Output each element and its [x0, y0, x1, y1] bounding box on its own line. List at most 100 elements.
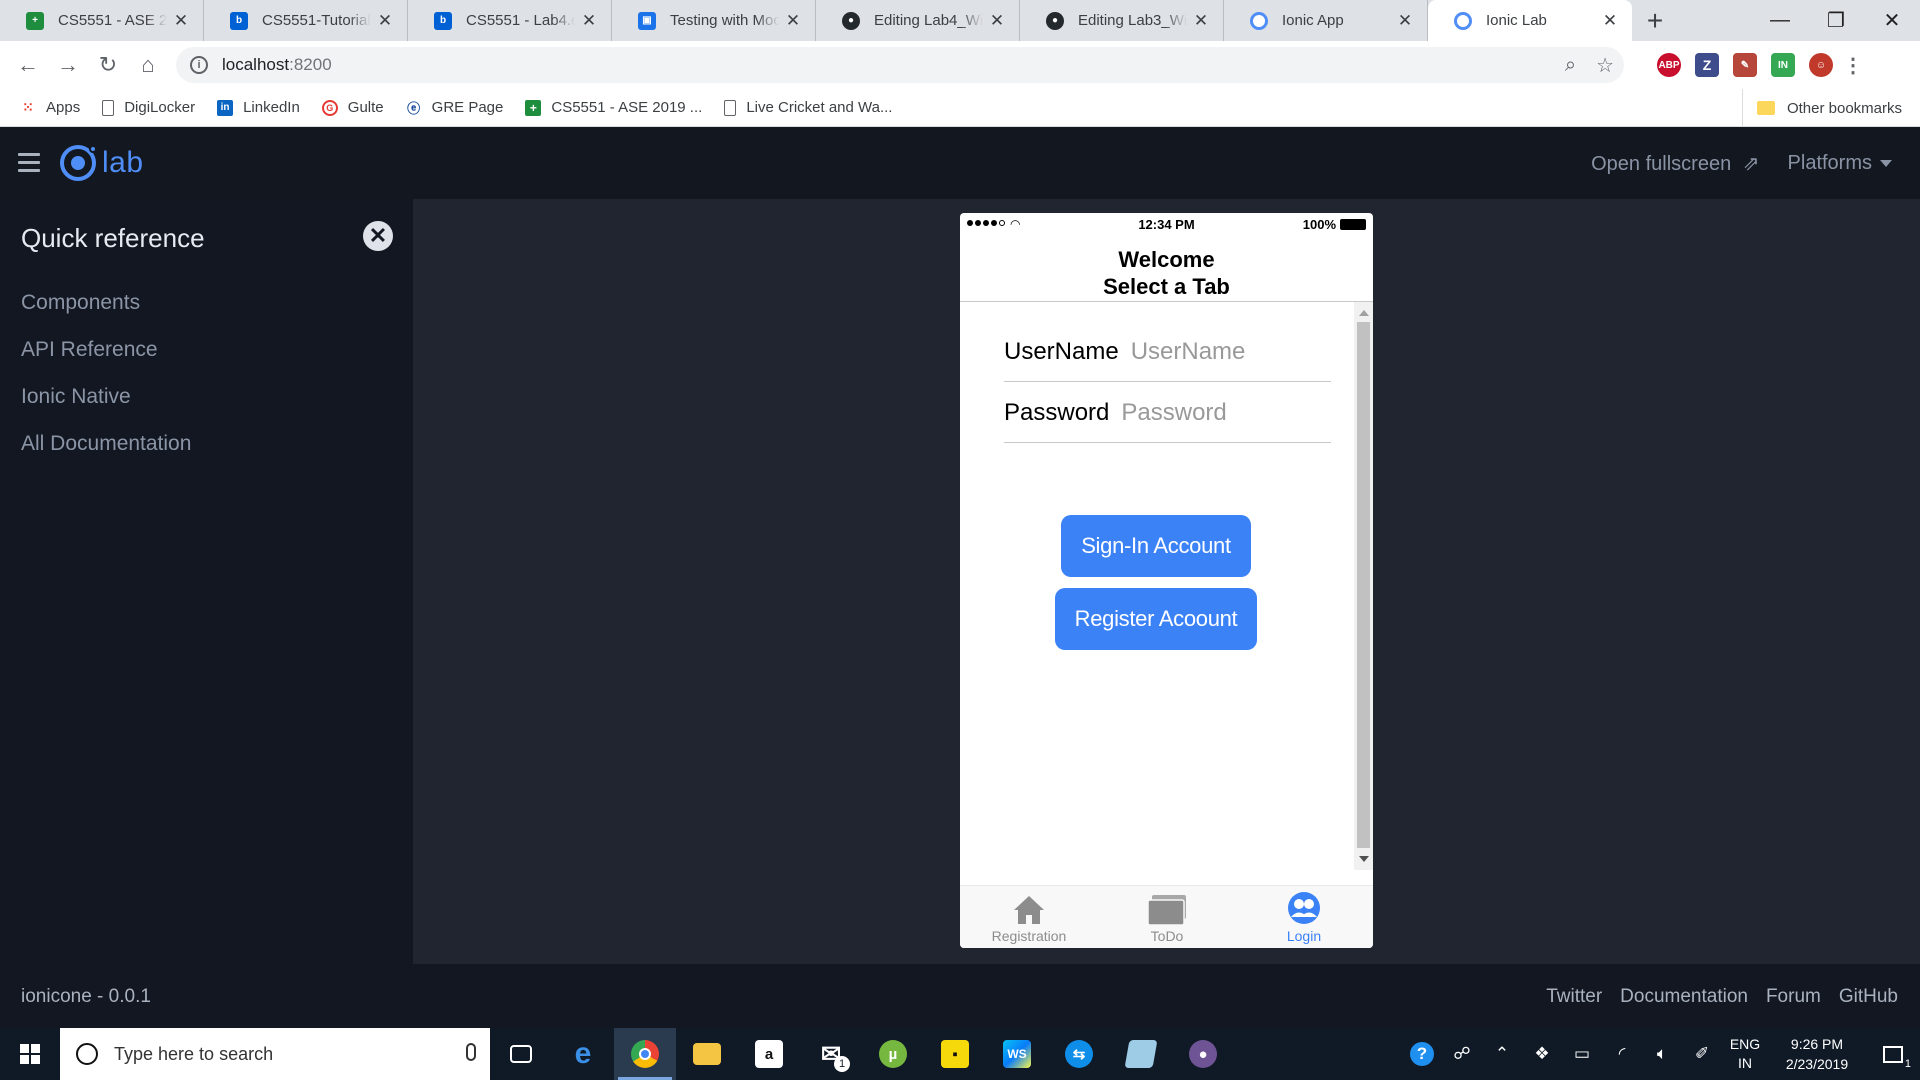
minimize-icon[interactable]: — — [1752, 0, 1808, 41]
scrollbar-thumb[interactable] — [1357, 322, 1370, 848]
footer-link-github[interactable]: GitHub — [1839, 986, 1898, 1008]
ionic-lab-logo[interactable]: lab — [60, 145, 144, 181]
bookmark-gre[interactable]: ⓔ GRE Page — [406, 99, 503, 116]
close-tab-icon[interactable]: ✕ — [989, 11, 1005, 31]
page-title: Welcome Select a Tab — [960, 246, 1373, 300]
ionic-icon — [1250, 11, 1268, 30]
task-view-icon[interactable] — [490, 1028, 552, 1080]
tab-registration[interactable]: Registration — [960, 886, 1098, 948]
sidebar-link-ionic-native[interactable]: Ionic Native — [21, 373, 191, 420]
amazon-icon[interactable]: a — [738, 1028, 800, 1080]
sidebar-link-components[interactable]: Components — [21, 279, 191, 326]
language-indicator[interactable]: ENG IN — [1722, 1035, 1768, 1073]
adblock-icon[interactable]: ABP — [1657, 53, 1681, 77]
wifi-icon[interactable]: ◜ — [1602, 1044, 1642, 1064]
home-icon[interactable]: ⌂ — [128, 45, 168, 85]
bookmark-cs5551[interactable]: + CS5551 - ASE 2019 ... — [525, 99, 702, 116]
browser-tab-active[interactable]: Ionic Lab ✕ — [1428, 0, 1632, 41]
new-tab-button[interactable]: + — [1632, 0, 1678, 41]
volume-icon[interactable]: 🔈︎ — [1642, 1044, 1682, 1064]
dropbox-icon[interactable]: ❖ — [1522, 1044, 1562, 1064]
action-center-icon[interactable]: 1 — [1866, 1028, 1920, 1080]
forward-icon[interactable]: → — [48, 45, 88, 85]
pen-icon[interactable]: ✐ — [1682, 1044, 1722, 1064]
zotero-icon[interactable]: Z — [1695, 53, 1719, 77]
browser-tab[interactable]: + CS5551 - ASE 2019 ✕ — [0, 0, 204, 41]
battery-icon[interactable]: ▭ — [1562, 1044, 1602, 1064]
help-icon[interactable]: ? — [1402, 1042, 1442, 1066]
microphone-icon[interactable] — [466, 1043, 476, 1061]
other-bookmarks[interactable]: Other bookmarks — [1741, 89, 1902, 127]
bookmark-apps[interactable]: ⁙ Apps — [20, 99, 80, 116]
taskbar-search[interactable]: Type here to search — [60, 1028, 490, 1080]
reload-icon[interactable]: ↻ — [88, 45, 128, 85]
browser-tab[interactable]: b CS5551-Tutorial-IV ✕ — [204, 0, 408, 41]
tab-todo[interactable]: ToDo — [1098, 886, 1236, 948]
tab-login[interactable]: Login — [1235, 886, 1373, 948]
mail-icon[interactable]: ✉ 1 — [800, 1028, 862, 1080]
close-tab-icon[interactable]: ✕ — [377, 11, 393, 31]
sidebar-link-api-reference[interactable]: API Reference — [21, 326, 191, 373]
sign-in-button[interactable]: Sign-In Account — [1061, 515, 1251, 577]
close-window-icon[interactable]: ✕ — [1864, 0, 1920, 41]
scroll-down-icon[interactable] — [1359, 856, 1369, 862]
github-desktop-icon[interactable]: ● — [1172, 1028, 1234, 1080]
bookmark-gulte[interactable]: G Gulte — [321, 99, 384, 116]
window-controls: — ❐ ✕ — [1752, 0, 1920, 41]
password-input[interactable]: Password Password — [1004, 383, 1331, 443]
profile-avatar[interactable]: ☺ — [1809, 53, 1833, 77]
notepad-icon[interactable] — [1110, 1028, 1172, 1080]
teamviewer-icon[interactable]: ⇆ — [1048, 1028, 1110, 1080]
webstorm-icon[interactable]: WS — [986, 1028, 1048, 1080]
other-bookmarks-label: Other bookmarks — [1786, 99, 1902, 117]
register-button[interactable]: Register Acoount — [1055, 588, 1257, 650]
bookmark-star-icon[interactable]: ☆ — [1596, 53, 1614, 78]
browser-tab[interactable]: b CS5551 - Lab4.docx ✕ — [408, 0, 612, 41]
close-icon[interactable]: ✕ — [363, 221, 393, 251]
zoom-icon[interactable]: ⌕ — [1565, 54, 1576, 77]
footer-link-forum[interactable]: Forum — [1766, 986, 1821, 1008]
bookmark-cricket[interactable]: Live Cricket and Wa... — [724, 99, 892, 116]
close-tab-icon[interactable]: ✕ — [581, 11, 597, 31]
browser-tab[interactable]: ● Editing Lab3_Wiki ✕ — [1020, 0, 1224, 41]
translate-icon[interactable]: IN — [1771, 53, 1795, 77]
close-tab-icon[interactable]: ✕ — [173, 11, 189, 31]
browser-tab[interactable]: ● Editing Lab4_Wiki ✕ — [816, 0, 1020, 41]
back-icon[interactable]: ← — [8, 45, 48, 85]
people-icon[interactable]: ☍ — [1442, 1044, 1482, 1064]
browser-tab[interactable]: ▣ Testing with Mockito ✕ — [612, 0, 816, 41]
bookmark-digilocker[interactable]: DigiLocker — [102, 99, 195, 116]
pdf-icon[interactable]: ✎ — [1733, 53, 1757, 77]
footer-link-twitter[interactable]: Twitter — [1546, 986, 1602, 1008]
chrome-icon[interactable] — [614, 1028, 676, 1080]
hamburger-menu-icon[interactable] — [18, 153, 40, 177]
utorrent-icon[interactable]: µ — [862, 1028, 924, 1080]
close-tab-icon[interactable]: ✕ — [1397, 11, 1413, 31]
browser-tab[interactable]: Ionic App ✕ — [1224, 0, 1428, 41]
bookmarks-bar: ⁙ Apps DigiLocker in LinkedIn G Gulte ⓔ … — [0, 89, 1920, 127]
footer-link-documentation[interactable]: Documentation — [1620, 986, 1748, 1008]
close-tab-icon[interactable]: ✕ — [1602, 11, 1618, 31]
tab-title: Editing Lab3_Wiki — [1078, 12, 1187, 29]
open-fullscreen-link[interactable]: Open fullscreen ⇗ — [1591, 151, 1759, 176]
address-bar[interactable]: i localhost:8200 ⌕ ☆ — [176, 47, 1624, 83]
site-info-icon[interactable]: i — [190, 56, 208, 74]
restore-icon[interactable]: ❐ — [1808, 0, 1864, 41]
sticky-notes-icon[interactable]: ▪ — [924, 1028, 986, 1080]
scroll-up-icon[interactable] — [1359, 310, 1369, 316]
tab-label: Registration — [991, 928, 1067, 944]
close-tab-icon[interactable]: ✕ — [1193, 11, 1209, 31]
file-explorer-icon[interactable] — [676, 1028, 738, 1080]
close-tab-icon[interactable]: ✕ — [785, 11, 801, 31]
edge-icon[interactable]: e — [552, 1028, 614, 1080]
sidebar-link-all-documentation[interactable]: All Documentation — [21, 420, 191, 467]
chevron-up-icon[interactable]: ⌃ — [1482, 1044, 1522, 1064]
platforms-dropdown[interactable]: Platforms — [1788, 152, 1892, 175]
clock[interactable]: 9:26 PM 2/23/2019 — [1768, 1034, 1866, 1074]
bookmark-linkedin[interactable]: in LinkedIn — [217, 99, 300, 116]
page-icon — [724, 99, 737, 116]
username-input[interactable]: UserName UserName — [1004, 322, 1331, 382]
menu-icon[interactable]: ⋮ — [1843, 53, 1863, 77]
scrollbar[interactable] — [1354, 302, 1373, 870]
windows-start-icon[interactable] — [0, 1028, 60, 1080]
